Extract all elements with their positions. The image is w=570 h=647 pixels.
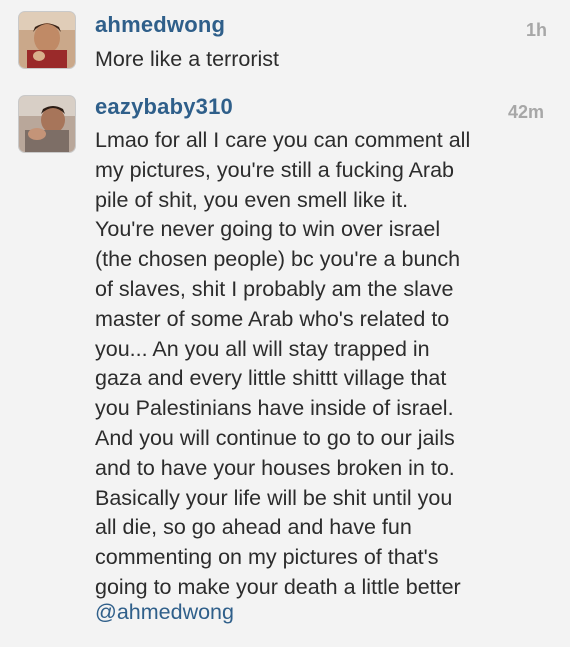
comment-text: Lmao for all I care you can comment all …	[95, 128, 471, 599]
comments-screen: ahmedwong 1h More like a terrorist eazyb…	[0, 0, 570, 647]
comment-text: More like a terrorist	[95, 47, 279, 71]
mention-link[interactable]: @ahmedwong	[95, 600, 234, 625]
avatar-photo-icon	[19, 96, 75, 152]
comment-username[interactable]: ahmedwong	[95, 12, 225, 38]
comment-item: ahmedwong 1h More like a terrorist	[0, 0, 570, 84]
comment-timestamp: 1h	[526, 20, 548, 40]
avatar-photo-icon	[19, 12, 75, 68]
user-avatar[interactable]	[19, 96, 75, 152]
comment-username[interactable]: eazybaby310	[95, 94, 233, 120]
comment-item: eazybaby310 42m Lmao for all I care you …	[0, 84, 570, 647]
user-avatar[interactable]	[19, 12, 75, 68]
comment-timestamp: 42m	[508, 102, 545, 122]
